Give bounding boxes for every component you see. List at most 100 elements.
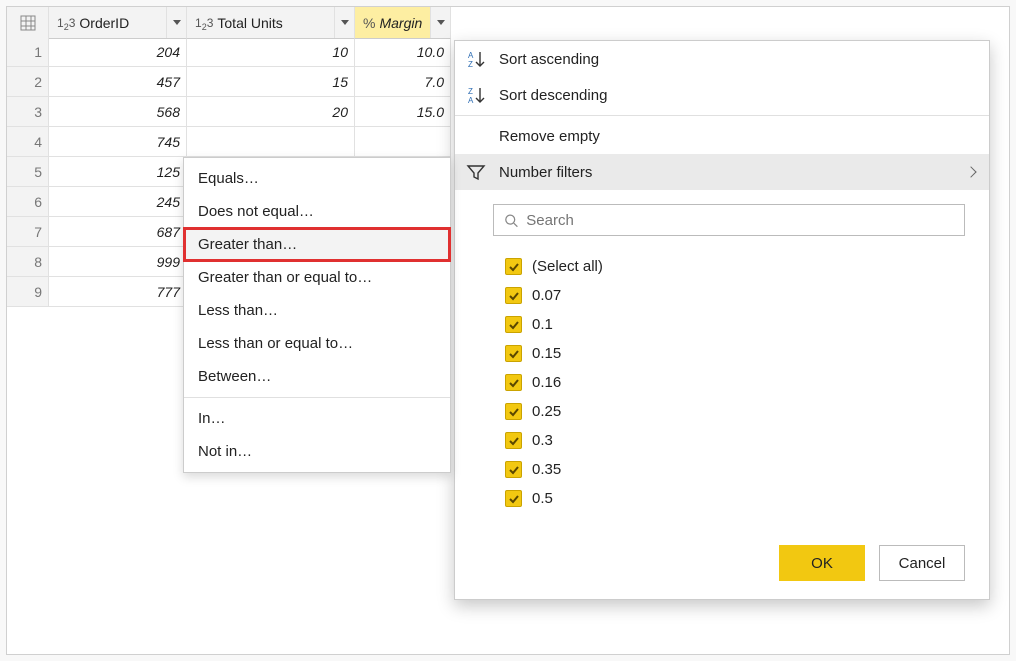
cell-totalunits[interactable] (187, 127, 355, 157)
header-row: 123 OrderID 123 Total Units % Margin (7, 7, 477, 37)
svg-text:Z: Z (468, 60, 473, 69)
row-index: 8 (7, 247, 49, 277)
number-filters[interactable]: Number filters (455, 154, 989, 190)
checkbox-label: 0.07 (532, 287, 561, 304)
cell-orderid[interactable]: 745 (49, 127, 187, 157)
cell-orderid[interactable]: 457 (49, 67, 187, 97)
search-icon (504, 213, 518, 228)
checkbox-icon (505, 403, 522, 420)
cell-totalunits[interactable]: 10 (187, 37, 355, 67)
column-header-orderid[interactable]: 123 OrderID (49, 7, 187, 39)
row-index: 3 (7, 97, 49, 127)
filter-equals[interactable]: Equals… (184, 162, 450, 195)
filter-not-equal[interactable]: Does not equal… (184, 195, 450, 228)
cancel-button[interactable]: Cancel (879, 545, 965, 581)
row-index: 7 (7, 217, 49, 247)
row-index: 4 (7, 127, 49, 157)
checkbox-label: 0.25 (532, 403, 561, 420)
filter-in[interactable]: In… (184, 402, 450, 435)
column-label: Total Units (217, 15, 282, 31)
filter-search-input[interactable] (493, 204, 965, 236)
row-index: 1 (7, 37, 49, 67)
checkbox-label: 0.15 (532, 345, 561, 362)
filter-value[interactable]: 0.1 (505, 310, 965, 339)
filter-value[interactable]: 0.07 (505, 281, 965, 310)
checkbox-icon (505, 490, 522, 507)
sort-descending[interactable]: Z A Sort descending (455, 77, 989, 113)
filter-value[interactable]: 0.25 (505, 397, 965, 426)
filter-less-equal[interactable]: Less than or equal to… (184, 327, 450, 360)
type-int-icon: 123 (195, 16, 213, 30)
checkbox-icon (505, 287, 522, 304)
checkbox-label: 0.35 (532, 461, 561, 478)
checkbox-label: 0.5 (532, 490, 553, 507)
cell-orderid[interactable]: 568 (49, 97, 187, 127)
checkbox-label: 0.3 (532, 432, 553, 449)
filter-greater-than[interactable]: Greater than… (184, 228, 450, 261)
svg-text:Z: Z (468, 87, 473, 96)
number-filters-submenu: Equals… Does not equal… Greater than… Gr… (183, 157, 451, 473)
cell-orderid[interactable]: 204 (49, 37, 187, 67)
remove-empty[interactable]: Remove empty (455, 118, 989, 154)
type-pct-icon: % (363, 15, 375, 31)
row-index: 2 (7, 67, 49, 97)
column-dropdown-totalunits[interactable] (334, 7, 354, 38)
ok-button[interactable]: OK (779, 545, 865, 581)
checkbox-icon (505, 316, 522, 333)
row-index: 6 (7, 187, 49, 217)
cell-margin[interactable] (355, 127, 451, 157)
filter-less-than[interactable]: Less than… (184, 294, 450, 327)
cell-orderid[interactable]: 999 (49, 247, 187, 277)
cell-margin[interactable]: 10.0 (355, 37, 451, 67)
cell-orderid[interactable]: 245 (49, 187, 187, 217)
column-header-totalunits[interactable]: 123 Total Units (187, 7, 355, 39)
cell-orderid[interactable]: 777 (49, 277, 187, 307)
cell-totalunits[interactable]: 15 (187, 67, 355, 97)
row-index: 5 (7, 157, 49, 187)
filter-not-in[interactable]: Not in… (184, 435, 450, 468)
checkbox-label: (Select all) (532, 258, 603, 275)
cell-orderid[interactable]: 687 (49, 217, 187, 247)
cell-totalunits[interactable]: 20 (187, 97, 355, 127)
filter-value[interactable]: 0.5 (505, 484, 965, 513)
filter-between[interactable]: Between… (184, 360, 450, 393)
table-row[interactable]: 35682015.0 (7, 97, 477, 127)
search-field[interactable] (526, 212, 954, 229)
filter-greater-equal[interactable]: Greater than or equal to… (184, 261, 450, 294)
column-filter-panel: A Z Sort ascending Z A Sort descending (454, 40, 990, 600)
sort-ascending[interactable]: A Z Sort ascending (455, 41, 989, 77)
row-index: 9 (7, 277, 49, 307)
menu-label: Number filters (499, 164, 592, 181)
checkbox-icon (505, 374, 522, 391)
menu-label: Sort descending (499, 87, 607, 104)
checkbox-label: 0.16 (532, 374, 561, 391)
column-dropdown-orderid[interactable] (166, 7, 186, 38)
checkbox-icon (505, 258, 522, 275)
type-int-icon: 123 (57, 16, 75, 30)
filter-values-list: (Select all) 0.07 0.1 0.15 0.16 0.25 0.3 0.35 0.… (455, 246, 989, 523)
column-dropdown-margin[interactable] (430, 7, 450, 38)
filter-value[interactable]: 0.16 (505, 368, 965, 397)
filter-value[interactable]: 0.3 (505, 426, 965, 455)
cell-orderid[interactable]: 125 (49, 157, 187, 187)
table-row[interactable]: 2457157.0 (7, 67, 477, 97)
table-row[interactable]: 12041010.0 (7, 37, 477, 67)
row-header-corner (7, 7, 49, 39)
sort-desc-icon: Z A (465, 84, 487, 106)
column-label: OrderID (79, 15, 129, 31)
column-header-margin[interactable]: % Margin (355, 7, 451, 39)
column-label: Margin (379, 15, 422, 31)
sort-asc-icon: A Z (465, 48, 487, 70)
table-row[interactable]: 4745 (7, 127, 477, 157)
filter-value[interactable]: 0.15 (505, 339, 965, 368)
checkbox-icon (505, 461, 522, 478)
filter-value[interactable]: 0.35 (505, 455, 965, 484)
filter-select-all[interactable]: (Select all) (505, 252, 965, 281)
filter-icon (465, 161, 487, 183)
checkbox-label: 0.1 (532, 316, 553, 333)
cell-margin[interactable]: 15.0 (355, 97, 451, 127)
svg-text:A: A (468, 96, 474, 105)
cell-margin[interactable]: 7.0 (355, 67, 451, 97)
menu-label: Sort ascending (499, 51, 599, 68)
svg-text:A: A (468, 51, 474, 60)
